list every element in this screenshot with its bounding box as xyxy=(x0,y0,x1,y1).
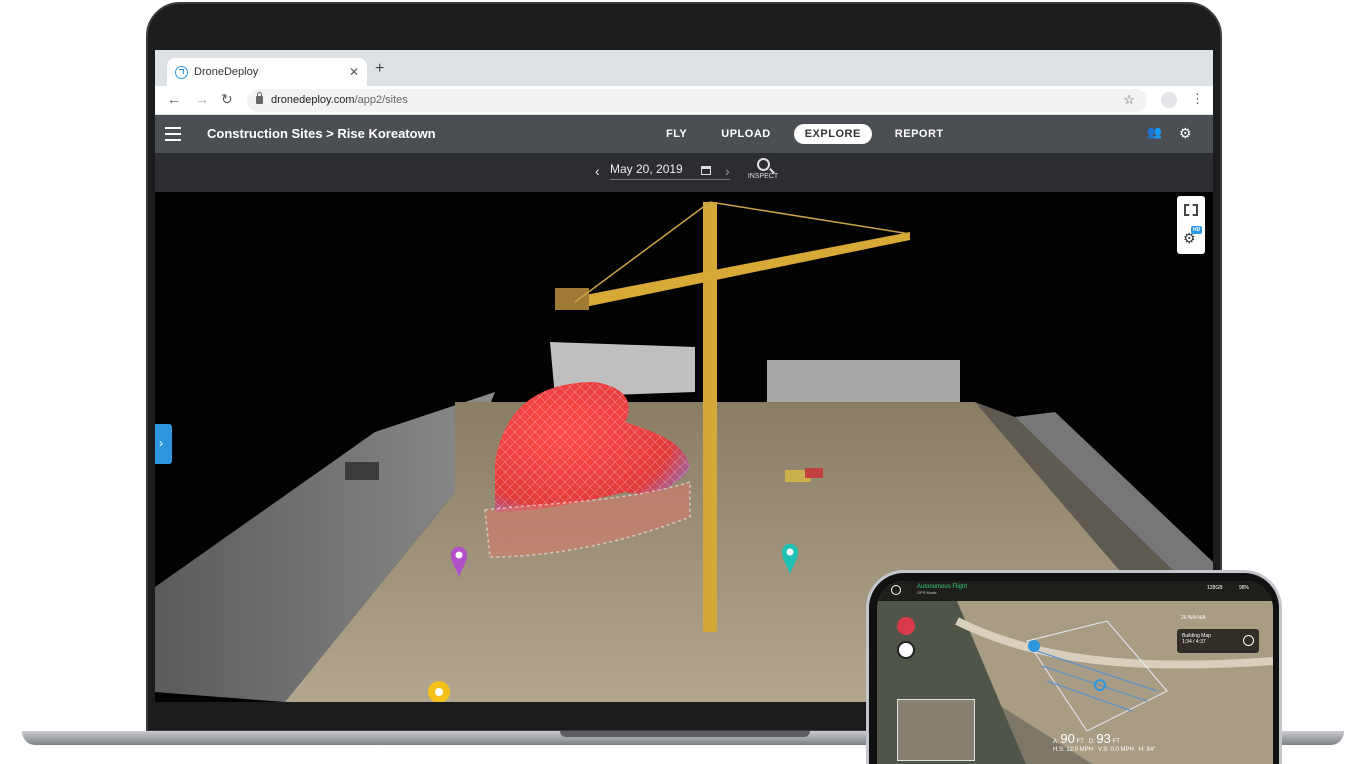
tab-upload[interactable]: UPLOAD xyxy=(710,124,781,144)
pause-icon[interactable] xyxy=(1243,635,1254,646)
distance-value: 93 xyxy=(1096,731,1111,746)
forward-arrow-icon[interactable]: → xyxy=(195,91,209,107)
url-field[interactable]: dronedeploy.com/app2/sites ☆ xyxy=(247,89,1147,112)
crane-jib xyxy=(575,232,910,307)
parked-car xyxy=(345,462,379,480)
settings-gear-icon[interactable]: ⚙ xyxy=(1179,125,1192,142)
hd-badge: HD xyxy=(1191,226,1203,234)
view-controls: ⚙ HD xyxy=(1177,196,1205,254)
url-host: dronedeploy.com xyxy=(271,94,355,106)
storage-indicator: 128GB xyxy=(1207,585,1223,591)
browser-tab-bar: DroneDeploy ✕ + xyxy=(155,50,1213,86)
tab-close-icon[interactable]: ✕ xyxy=(349,65,359,79)
inspect-label: INSPECT xyxy=(747,173,779,180)
sidebar-expand-chevron-icon[interactable]: › xyxy=(155,424,172,464)
lock-icon xyxy=(256,92,263,104)
crane-counterweight xyxy=(555,288,589,310)
tab-report[interactable]: REPORT xyxy=(884,124,955,144)
camera-feed-thumbnail[interactable] xyxy=(897,699,975,761)
distance-unit: FT xyxy=(1112,739,1120,745)
stop-flight-icon[interactable] xyxy=(897,617,915,635)
satellite-counts: 26 N/A N/A xyxy=(1181,615,1206,621)
main-nav-tabs: FLY UPLOAD EXPLORE REPORT xyxy=(655,124,967,144)
home-icon[interactable] xyxy=(891,585,901,595)
stage: DroneDeploy ✕ + ← → ↻ dronedeploy.com/ap… xyxy=(0,0,1358,764)
hamburger-menu-icon[interactable] xyxy=(165,127,181,141)
browser-address-bar: ← → ↻ dronedeploy.com/app2/sites ☆ ⋮ xyxy=(155,86,1213,115)
dronedeploy-favicon-icon xyxy=(175,65,188,79)
altitude-unit: FT xyxy=(1076,739,1084,745)
phone-screen: Autonomous Flight GPS Mode 128GB 98% 26 … xyxy=(877,581,1273,764)
previous-date-chevron-icon[interactable]: ‹ xyxy=(595,163,600,179)
tab-title: DroneDeploy xyxy=(194,66,259,78)
flight-mode: Autonomous Flight GPS Mode xyxy=(917,584,967,596)
next-date-chevron-icon[interactable]: › xyxy=(725,163,730,179)
back-arrow-icon[interactable]: ← xyxy=(167,91,181,107)
phone-frame: Autonomous Flight GPS Mode 128GB 98% 26 … xyxy=(866,570,1282,764)
browser-tab[interactable]: DroneDeploy ✕ xyxy=(167,58,367,86)
breadcrumb[interactable]: Construction Sites > Rise Koreatown xyxy=(207,126,436,141)
profile-avatar[interactable] xyxy=(1161,92,1177,108)
crane-mast xyxy=(703,202,717,632)
tab-fly[interactable]: FLY xyxy=(655,124,698,144)
battery-indicator: 98% xyxy=(1239,585,1250,591)
laptop-notch xyxy=(560,731,810,737)
horizontal-speed: H.S: 12.0 MPH xyxy=(1053,747,1094,753)
reload-icon[interactable]: ↻ xyxy=(221,91,233,108)
altitude-label: A: xyxy=(1053,739,1059,745)
red-truck xyxy=(805,468,823,478)
distance-label: D: xyxy=(1088,739,1095,745)
vertical-speed: V.S: 0.0 MPH xyxy=(1098,747,1134,753)
heading: H: 84° xyxy=(1138,747,1156,753)
add-user-icon[interactable]: 👥 xyxy=(1147,125,1162,139)
url-path: /app2/sites xyxy=(354,94,408,106)
bookmark-star-icon[interactable]: ☆ xyxy=(1123,92,1135,108)
altitude-value: 90 xyxy=(1060,731,1075,746)
magnifier-icon xyxy=(756,158,770,171)
tab-explore[interactable]: EXPLORE xyxy=(793,124,872,144)
telemetry-readout: A: 90 FT D: 93 FT H.S: 12.0 MPH V.S: 0.0… xyxy=(1053,731,1156,753)
drone-icon[interactable] xyxy=(897,641,915,659)
inspect-button[interactable]: INSPECT xyxy=(745,158,781,180)
calendar-icon[interactable] xyxy=(701,166,711,175)
drone-status-bar: Autonomous Flight GPS Mode 128GB 98% xyxy=(877,581,1273,601)
app-header: Construction Sites > Rise Koreatown FLY … xyxy=(155,115,1213,153)
fit-to-screen-icon[interactable] xyxy=(1184,204,1198,216)
new-tab-button[interactable]: + xyxy=(375,60,384,78)
mission-card[interactable]: Building Map 1:34 / 4:37 xyxy=(1177,629,1259,653)
date-toolbar: ‹ May 20, 2019 › INSPECT xyxy=(155,153,1213,192)
gps-mode: GPS Mode xyxy=(917,590,937,595)
browser-menu-icon[interactable]: ⋮ xyxy=(1191,91,1204,107)
date-selector[interactable]: May 20, 2019 xyxy=(610,162,730,180)
